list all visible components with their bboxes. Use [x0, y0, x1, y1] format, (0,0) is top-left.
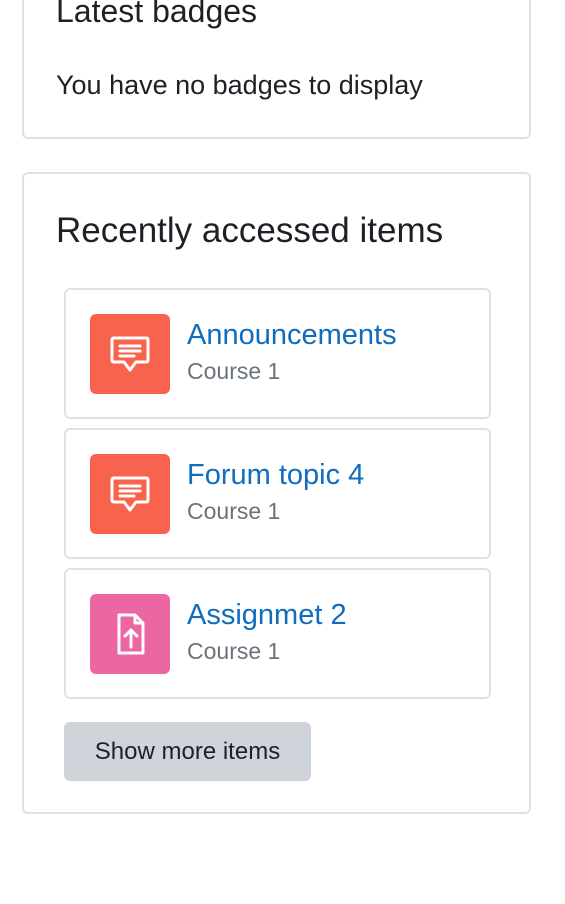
recent-item-announcements[interactable]: Announcements Course 1	[64, 288, 491, 419]
forum-icon	[90, 454, 170, 534]
recently-accessed-items-title: Recently accessed items	[56, 211, 444, 250]
recent-item-link[interactable]: Assignmet 2	[187, 597, 347, 633]
latest-badges-title: Latest badges	[56, 0, 258, 29]
recent-item-course: Course 1	[187, 358, 281, 384]
show-more-items-button[interactable]: Show more items	[64, 722, 311, 781]
recently-accessed-items-block: Recently accessed items Announcements Co…	[22, 172, 531, 814]
no-badges-message: You have no badges to display	[56, 70, 423, 100]
forum-icon	[90, 314, 170, 394]
recent-item-assignmet-2[interactable]: Assignmet 2 Course 1	[64, 568, 491, 699]
recent-item-forum-topic-4[interactable]: Forum topic 4 Course 1	[64, 428, 491, 559]
latest-badges-block: Latest badges You have no badges to disp…	[22, 0, 531, 139]
recent-item-link[interactable]: Announcements	[187, 317, 397, 353]
assignment-icon	[90, 594, 170, 674]
recent-item-course: Course 1	[187, 498, 281, 524]
recent-item-link[interactable]: Forum topic 4	[187, 457, 364, 493]
recent-item-course: Course 1	[187, 638, 281, 664]
